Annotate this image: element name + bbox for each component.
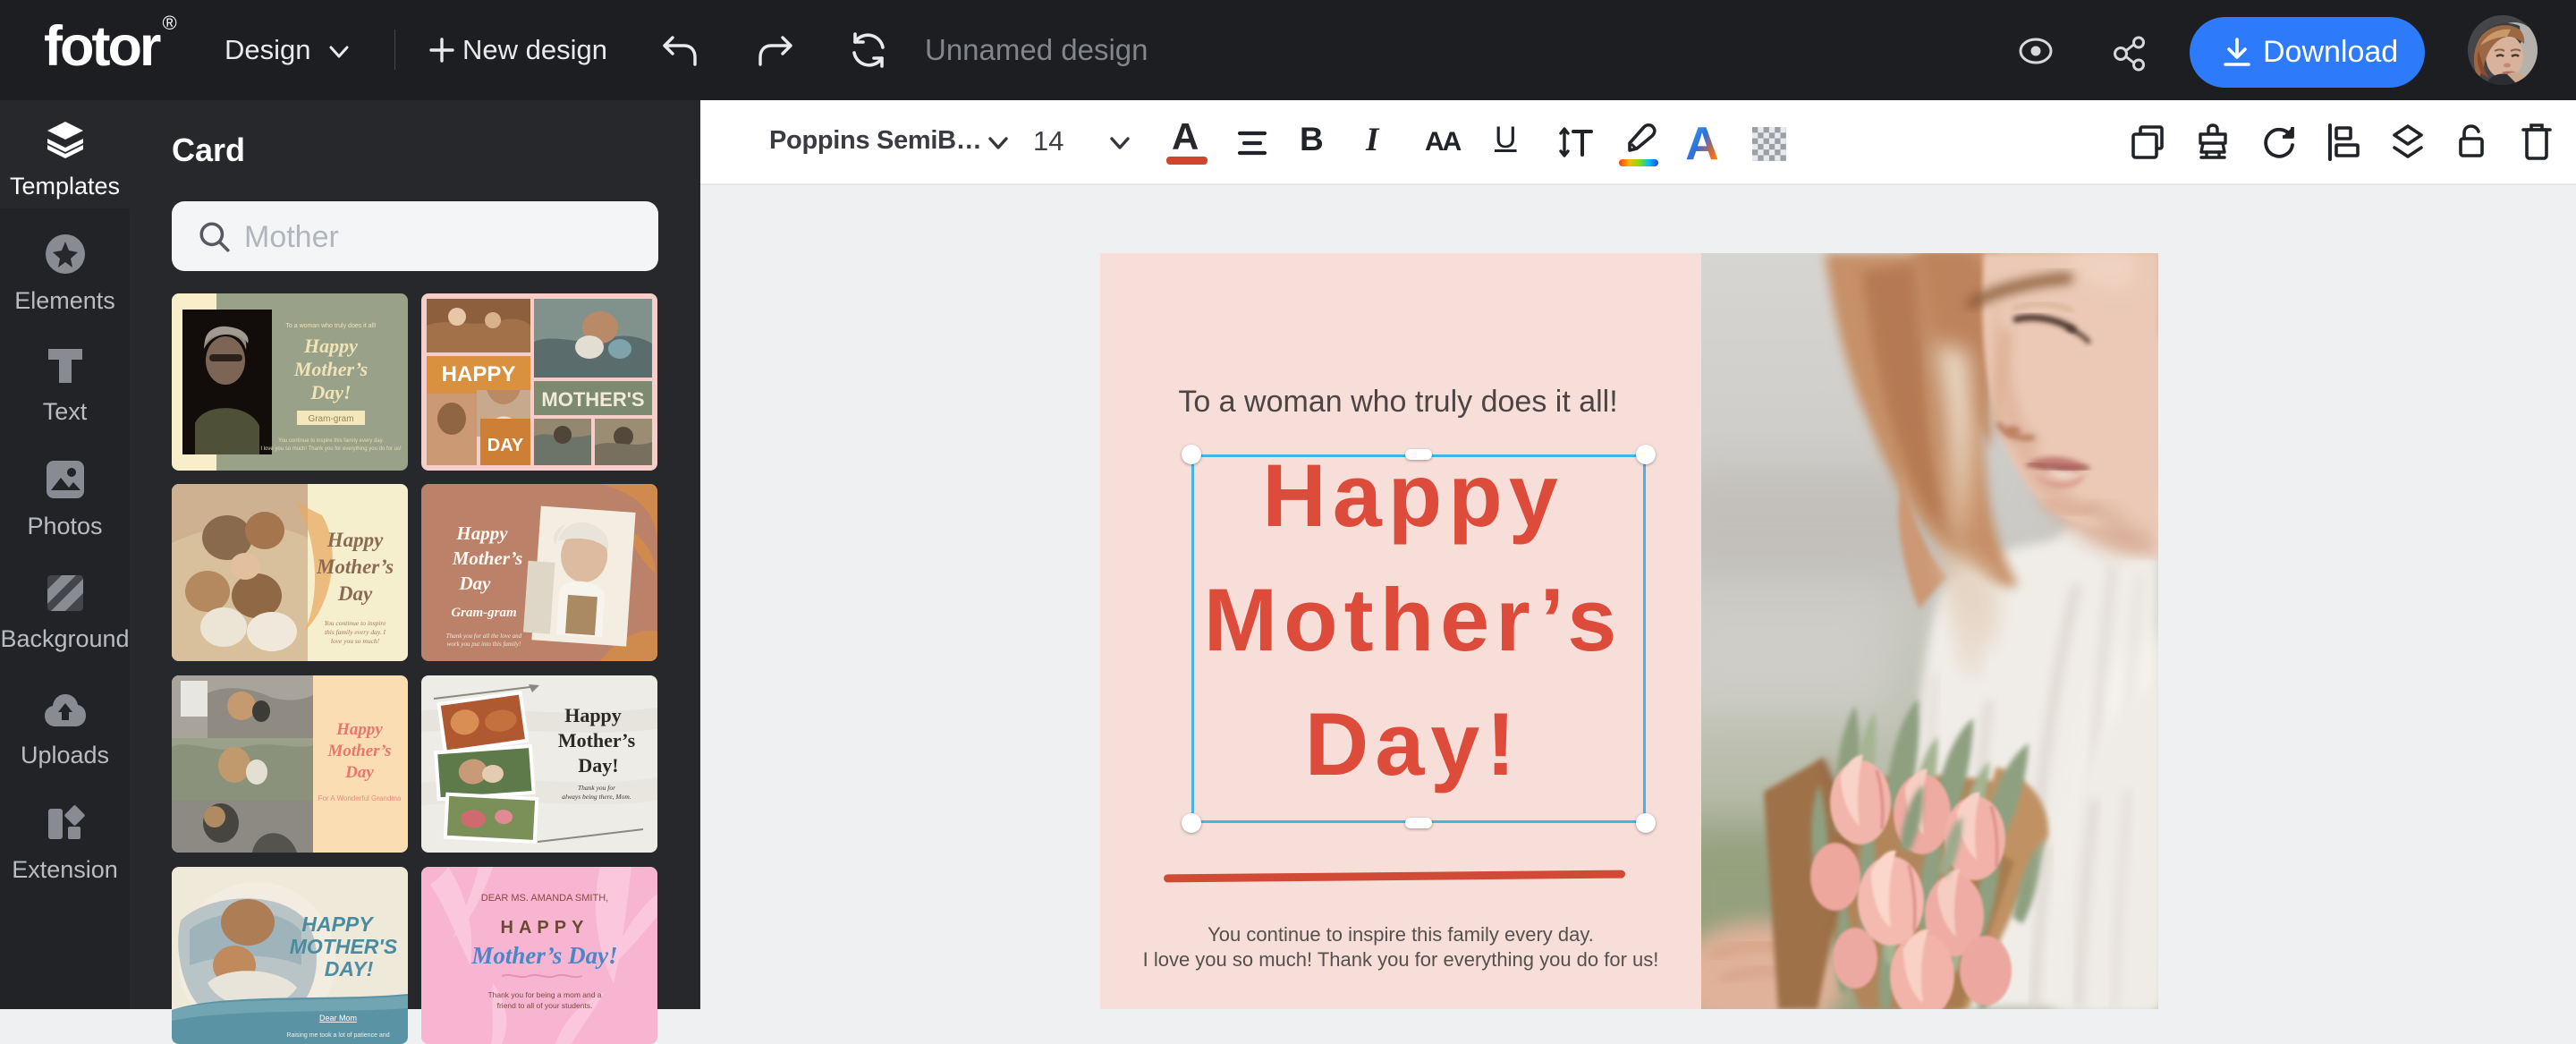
- svg-text:always being there, Mom.: always being there, Mom.: [562, 793, 631, 801]
- svg-text:To a woman who truly does it a: To a woman who truly does it all!: [285, 323, 376, 329]
- svg-text:For A Wonderful Grandma: For A Wonderful Grandma: [318, 794, 402, 802]
- svg-text:Mother’s: Mother’s: [558, 729, 636, 751]
- svg-text:Day!: Day!: [578, 754, 618, 777]
- svg-text:Thank you for all the love and: Thank you for all the love and: [446, 632, 522, 640]
- svg-text:Day: Day: [344, 763, 374, 782]
- svg-text:Thank you for being a mom and: Thank you for being a mom and a: [487, 990, 601, 999]
- svg-text:Happy: Happy: [335, 720, 383, 739]
- svg-text:DAY: DAY: [487, 436, 524, 455]
- svg-text:Happy: Happy: [564, 704, 622, 726]
- svg-text:Happy: Happy: [326, 529, 384, 551]
- svg-text:Mother’s: Mother’s: [326, 742, 391, 760]
- svg-text:Mother’s: Mother’s: [452, 547, 523, 569]
- svg-text:love you so much!: love you so much!: [331, 637, 380, 645]
- svg-text:HAPPY: HAPPY: [301, 912, 375, 936]
- svg-text:Day: Day: [459, 573, 492, 594]
- svg-text:Happy: Happy: [303, 335, 358, 357]
- svg-text:Raising me took a lot of patie: Raising me took a lot of patience and: [286, 1032, 389, 1039]
- svg-text:work you put into this family!: work you put into this family!: [447, 641, 521, 648]
- svg-text:You continue to inspire this f: You continue to inspire this family ever…: [278, 438, 384, 444]
- svg-text:MOTHER'S: MOTHER'S: [290, 935, 398, 958]
- svg-text:MOTHER'S: MOTHER'S: [541, 388, 644, 411]
- svg-text:Thank you for: Thank you for: [578, 784, 615, 792]
- svg-text:Day: Day: [337, 582, 373, 605]
- svg-text:You continue to inspire: You continue to inspire: [325, 619, 386, 627]
- svg-text:Dear Mom: Dear Mom: [319, 1014, 357, 1023]
- svg-text:DEAR MS. AMANDA SMITH,: DEAR MS. AMANDA SMITH,: [481, 893, 608, 904]
- svg-text:I love you so much! Thank you: I love you so much! Thank you for everyt…: [260, 446, 402, 452]
- svg-text:Mother’s: Mother’s: [293, 358, 368, 380]
- svg-text:HAPPY: HAPPY: [442, 362, 516, 386]
- svg-text:HAPPY: HAPPY: [501, 918, 589, 938]
- svg-text:Happy: Happy: [455, 522, 508, 544]
- svg-text:Day!: Day!: [309, 381, 351, 403]
- svg-text:Mother’s Day!: Mother’s Day!: [470, 942, 617, 969]
- svg-text:DAY!: DAY!: [325, 957, 374, 980]
- svg-text:Mother’s: Mother’s: [316, 556, 394, 578]
- svg-text:Gram-gram: Gram-gram: [451, 606, 516, 620]
- svg-text:this family every day. I: this family every day. I: [325, 628, 386, 636]
- svg-text:Gram-gram: Gram-gram: [308, 414, 353, 424]
- svg-text:A: A: [1685, 120, 1719, 165]
